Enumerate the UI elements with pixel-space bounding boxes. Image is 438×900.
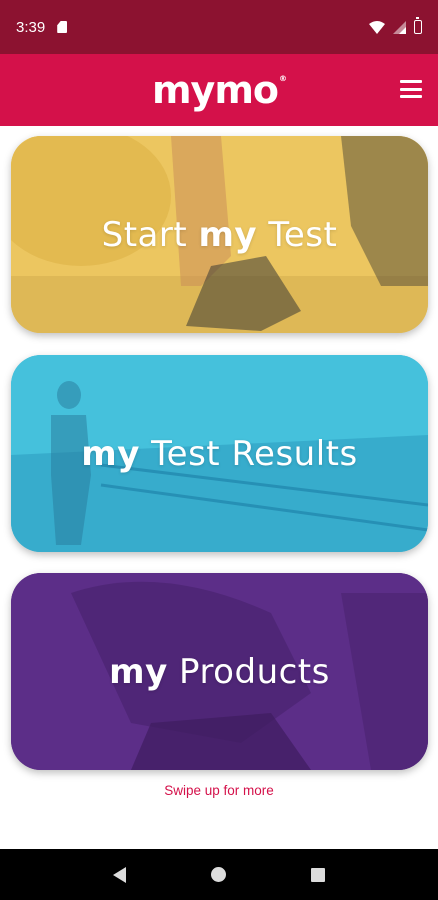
swipe-hint: Swipe up for more [164, 783, 274, 798]
wifi-icon [369, 20, 385, 34]
android-nav-bar [0, 849, 438, 900]
hamburger-menu-icon[interactable] [400, 80, 422, 98]
card-label: my Products [109, 651, 330, 692]
sd-card-icon [57, 21, 68, 33]
my-products-card[interactable]: my Products [11, 573, 428, 770]
home-icon[interactable] [210, 867, 226, 882]
app-header: mymo® [0, 54, 438, 126]
status-icons [369, 17, 422, 34]
card-label: Start my Test [101, 214, 338, 255]
my-test-results-card[interactable]: my Test Results [11, 355, 428, 552]
card-label: my Test Results [81, 433, 358, 474]
signal-icon [393, 20, 406, 34]
battery-icon [414, 17, 422, 34]
recents-icon[interactable] [311, 867, 326, 882]
mymo-logo: mymo® [151, 68, 287, 112]
status-time: 3:39 [16, 18, 46, 36]
start-my-test-card[interactable]: Start my Test [11, 136, 428, 333]
back-icon[interactable] [112, 866, 126, 883]
status-bar: 3:39 [0, 0, 438, 54]
